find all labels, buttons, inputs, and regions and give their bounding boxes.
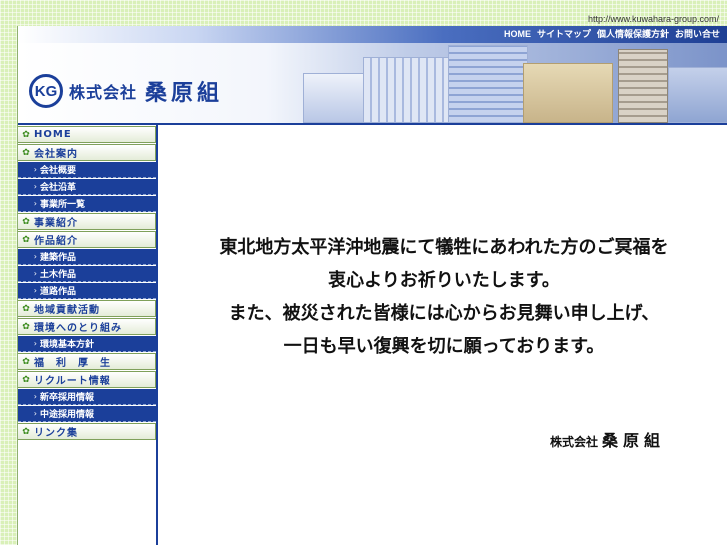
logo-company-name: 桑原組 [145,80,224,106]
logo-mark: KG [29,74,63,108]
sidebar-item-label: 土木作品 [40,270,77,280]
sidebar-item-label: 環境へのとり組み [34,323,122,334]
sidebar-subitem[interactable]: › 土木作品 [18,266,156,282]
sidebar-item[interactable]: ✿ 環境へのとり組み [18,318,156,335]
sidebar-subitem[interactable]: › 新卒採用情報 [18,389,156,405]
sidebar-item[interactable]: ✿ 会社案内 [18,144,156,161]
site-url: http://www.kuwahara-group.com/ [587,14,719,24]
message-line: また、被災された皆様には心からお見舞い申し上げ、 [228,303,660,324]
message-line: 東北地方太平洋沖地震にて犠牲にあわれた方のご冥福を [219,237,669,258]
signature-name: 桑原組 [602,431,666,450]
arrow-icon: › [33,199,37,208]
message-line: 衷心よりお祈りいたします。 [328,270,560,291]
arrow-icon: › [33,182,37,191]
sidebar-item-label: 建築作品 [40,253,77,263]
sidebar-item-label: 福 利 厚 生 [34,358,111,369]
arrow-icon: › [33,269,37,278]
sidebar-item-label: HOME [34,129,72,140]
sidebar-item-label: リクルート情報 [34,376,111,387]
page-frame: HOME サイトマップ 個人情報保護方針 お問い合せ KG 株式会社 桑原組 ✿… [17,26,727,545]
sidebar-subitem[interactable]: › 中途採用情報 [18,406,156,422]
sidebar-item[interactable]: ✿ 地域貢献活動 [18,300,156,317]
leaf-icon: ✿ [22,426,30,437]
main-content: 東北地方太平洋沖地震にて犠牲にあわれた方のご冥福を 衷心よりお祈りいたします。 … [160,125,727,545]
sidebar-item-label: 作品紹介 [34,236,78,247]
arrow-icon: › [33,392,37,401]
arrow-icon: › [33,286,37,295]
arrow-icon: › [33,409,37,418]
leaf-icon: ✿ [22,303,30,314]
leaf-icon: ✿ [22,234,30,245]
sidebar-subitem[interactable]: › 環境基本方針 [18,336,156,352]
company-logo[interactable]: KG 株式会社 桑原組 [29,74,223,108]
condolence-message: 東北地方太平洋沖地震にて犠牲にあわれた方のご冥福を 衷心よりお祈りいたします。 … [160,231,727,363]
sidebar-item-label: 中途採用情報 [40,410,95,420]
building-image [448,45,528,123]
sidebar-item[interactable]: ✿ リクルート情報 [18,371,156,388]
sidebar-item-label: 会社沿革 [40,183,77,193]
header-banner: KG 株式会社 桑原組 [18,43,727,123]
sidebar-subitem[interactable]: › 道路作品 [18,283,156,299]
sidebar-item-label: 事業紹介 [34,218,78,229]
logo-prefix: 株式会社 [69,83,138,102]
building-image [523,63,613,123]
sidebar-item-label: リンク集 [34,428,78,439]
sidebar-item-label: 環境基本方針 [40,340,95,350]
sidebar-subitem[interactable]: › 事業所一覧 [18,196,156,212]
building-image [363,57,453,123]
leaf-icon: ✿ [22,356,30,367]
leaf-icon: ✿ [22,216,30,227]
arrow-icon: › [33,252,37,261]
nav-contact-link[interactable]: お問い合せ [675,28,720,41]
sidebar-menu: ✿ HOME ✿ 会社案内 › 会社概要 › 会社沿革 › 事業所一覧 ✿ 事業紹介 ✿ 作品紹介 › 建築作… [18,125,158,545]
sidebar-item[interactable]: ✿ 事業紹介 [18,213,156,230]
building-image [668,67,727,123]
sidebar-item-label: 会社案内 [34,149,78,160]
nav-home-link[interactable]: HOME [504,28,531,41]
leaf-icon: ✿ [22,147,30,158]
sidebar-subitem[interactable]: › 会社概要 [18,162,156,178]
sidebar-item-label: 道路作品 [40,287,77,297]
message-line: 一日も早い復興を切に願っております。 [283,336,605,357]
sidebar-item-label: 地域貢献活動 [34,305,100,316]
sidebar-item-label: 会社概要 [40,166,77,176]
nav-sitemap-link[interactable]: サイトマップ [537,28,591,41]
building-image [618,49,668,123]
leaf-icon: ✿ [22,129,30,140]
sidebar-subitem[interactable]: › 会社沿革 [18,179,156,195]
sidebar-item-label: 新卒採用情報 [40,393,95,403]
signature-prefix: 株式会社 [550,435,599,449]
leaf-icon: ✿ [22,321,30,332]
signature: 株式会社 桑原組 [550,427,665,451]
sidebar-item[interactable]: ✿ リンク集 [18,423,156,440]
arrow-icon: › [33,339,37,348]
sidebar-subitem[interactable]: › 建築作品 [18,249,156,265]
sidebar-item-label: 事業所一覧 [40,200,86,210]
top-nav: HOME サイトマップ 個人情報保護方針 お問い合せ [504,28,720,41]
sidebar-item[interactable]: ✿ HOME [18,126,156,143]
nav-privacy-link[interactable]: 個人情報保護方針 [597,28,669,41]
top-nav-bar: HOME サイトマップ 個人情報保護方針 お問い合せ [18,26,727,43]
arrow-icon: › [33,165,37,174]
leaf-icon: ✿ [22,374,30,385]
sidebar-item[interactable]: ✿ 福 利 厚 生 [18,353,156,370]
sidebar-item[interactable]: ✿ 作品紹介 [18,231,156,248]
